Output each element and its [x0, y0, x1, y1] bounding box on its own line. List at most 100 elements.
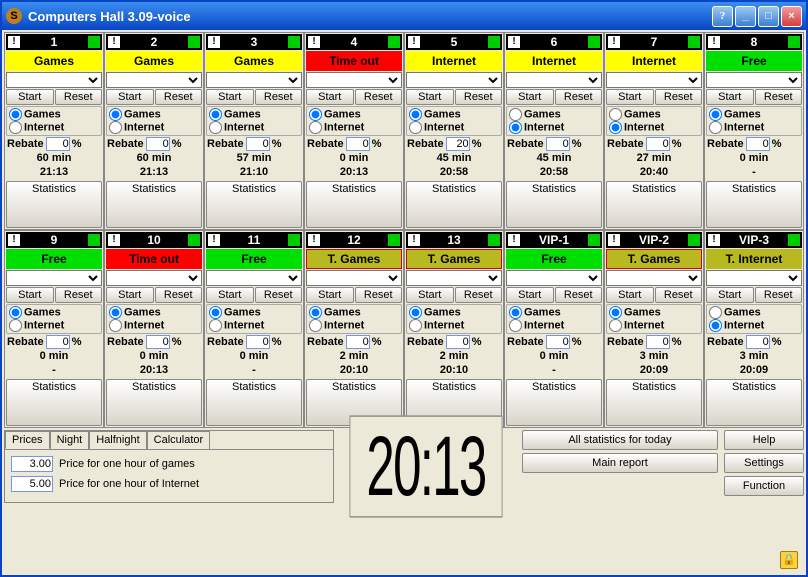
tariff-select[interactable]	[506, 72, 602, 88]
reset-button[interactable]: Reset	[55, 287, 103, 303]
reset-button[interactable]: Reset	[255, 287, 303, 303]
rebate-input[interactable]	[446, 137, 470, 151]
games-radio[interactable]	[609, 108, 622, 121]
statistics-button[interactable]: Statistics	[206, 181, 302, 229]
games-radio[interactable]	[209, 306, 222, 319]
tariff-select[interactable]	[406, 270, 502, 286]
all-statistics-button[interactable]: All statistics for today	[522, 430, 718, 450]
internet-radio[interactable]	[409, 319, 422, 332]
start-button[interactable]: Start	[406, 89, 454, 105]
tariff-select[interactable]	[6, 72, 102, 88]
statistics-button[interactable]: Statistics	[106, 379, 202, 427]
start-button[interactable]: Start	[606, 287, 654, 303]
lock-icon[interactable]: 🔒	[780, 551, 798, 569]
tab-calculator[interactable]: Calculator	[147, 431, 211, 449]
internet-radio[interactable]	[309, 319, 322, 332]
reset-button[interactable]: Reset	[655, 287, 703, 303]
internet-radio[interactable]	[509, 121, 522, 134]
start-button[interactable]: Start	[506, 287, 554, 303]
alert-icon[interactable]: !	[308, 36, 320, 48]
internet-radio[interactable]	[509, 319, 522, 332]
minimize-button[interactable]: _	[735, 6, 756, 27]
rebate-input[interactable]	[646, 335, 670, 349]
tariff-select[interactable]	[206, 270, 302, 286]
start-button[interactable]: Start	[306, 287, 354, 303]
rebate-input[interactable]	[146, 335, 170, 349]
statistics-button[interactable]: Statistics	[506, 181, 602, 229]
games-radio[interactable]	[309, 306, 322, 319]
internet-radio[interactable]	[609, 319, 622, 332]
games-radio[interactable]	[109, 108, 122, 121]
rebate-input[interactable]	[46, 137, 70, 151]
tariff-select[interactable]	[106, 270, 202, 286]
games-radio[interactable]	[709, 306, 722, 319]
start-button[interactable]: Start	[506, 89, 554, 105]
start-button[interactable]: Start	[106, 287, 154, 303]
tab-night[interactable]: Night	[50, 431, 90, 449]
tariff-select[interactable]	[406, 72, 502, 88]
alert-icon[interactable]: !	[408, 234, 420, 246]
reset-button[interactable]: Reset	[355, 287, 403, 303]
rebate-input[interactable]	[246, 137, 270, 151]
reset-button[interactable]: Reset	[555, 89, 603, 105]
games-radio[interactable]	[409, 306, 422, 319]
internet-radio[interactable]	[9, 121, 22, 134]
tab-prices[interactable]: Prices	[5, 431, 50, 449]
rebate-input[interactable]	[746, 335, 770, 349]
main-report-button[interactable]: Main report	[522, 453, 718, 473]
start-button[interactable]: Start	[306, 89, 354, 105]
alert-icon[interactable]: !	[608, 234, 620, 246]
rebate-input[interactable]	[346, 335, 370, 349]
rebate-input[interactable]	[146, 137, 170, 151]
reset-button[interactable]: Reset	[255, 89, 303, 105]
internet-radio[interactable]	[409, 121, 422, 134]
close-button[interactable]: ×	[781, 6, 802, 27]
games-radio[interactable]	[9, 108, 22, 121]
reset-button[interactable]: Reset	[555, 287, 603, 303]
rebate-input[interactable]	[346, 137, 370, 151]
statistics-button[interactable]: Statistics	[306, 181, 402, 229]
start-button[interactable]: Start	[206, 287, 254, 303]
start-button[interactable]: Start	[406, 287, 454, 303]
games-radio[interactable]	[709, 108, 722, 121]
alert-icon[interactable]: !	[208, 234, 220, 246]
statistics-button[interactable]: Statistics	[206, 379, 302, 427]
start-button[interactable]: Start	[6, 89, 54, 105]
internet-radio[interactable]	[309, 121, 322, 134]
reset-button[interactable]: Reset	[55, 89, 103, 105]
start-button[interactable]: Start	[606, 89, 654, 105]
start-button[interactable]: Start	[706, 287, 754, 303]
games-radio[interactable]	[9, 306, 22, 319]
rebate-input[interactable]	[646, 137, 670, 151]
tariff-select[interactable]	[306, 270, 402, 286]
tariff-select[interactable]	[206, 72, 302, 88]
help-button[interactable]: ?	[712, 6, 733, 27]
rebate-input[interactable]	[746, 137, 770, 151]
statistics-button[interactable]: Statistics	[506, 379, 602, 427]
statistics-button[interactable]: Statistics	[106, 181, 202, 229]
tariff-select[interactable]	[706, 270, 802, 286]
games-radio[interactable]	[509, 306, 522, 319]
start-button[interactable]: Start	[706, 89, 754, 105]
internet-radio[interactable]	[709, 121, 722, 134]
alert-icon[interactable]: !	[408, 36, 420, 48]
statistics-button[interactable]: Statistics	[706, 379, 802, 427]
internet-radio[interactable]	[9, 319, 22, 332]
tariff-select[interactable]	[606, 72, 702, 88]
tariff-select[interactable]	[606, 270, 702, 286]
price-games-input[interactable]	[11, 456, 53, 472]
internet-radio[interactable]	[709, 319, 722, 332]
tariff-select[interactable]	[106, 72, 202, 88]
tariff-select[interactable]	[506, 270, 602, 286]
games-radio[interactable]	[609, 306, 622, 319]
internet-radio[interactable]	[109, 121, 122, 134]
reset-button[interactable]: Reset	[455, 89, 503, 105]
internet-radio[interactable]	[209, 121, 222, 134]
reset-button[interactable]: Reset	[155, 89, 203, 105]
games-radio[interactable]	[109, 306, 122, 319]
statistics-button[interactable]: Statistics	[406, 181, 502, 229]
alert-icon[interactable]: !	[508, 36, 520, 48]
alert-icon[interactable]: !	[308, 234, 320, 246]
alert-icon[interactable]: !	[108, 36, 120, 48]
start-button[interactable]: Start	[106, 89, 154, 105]
